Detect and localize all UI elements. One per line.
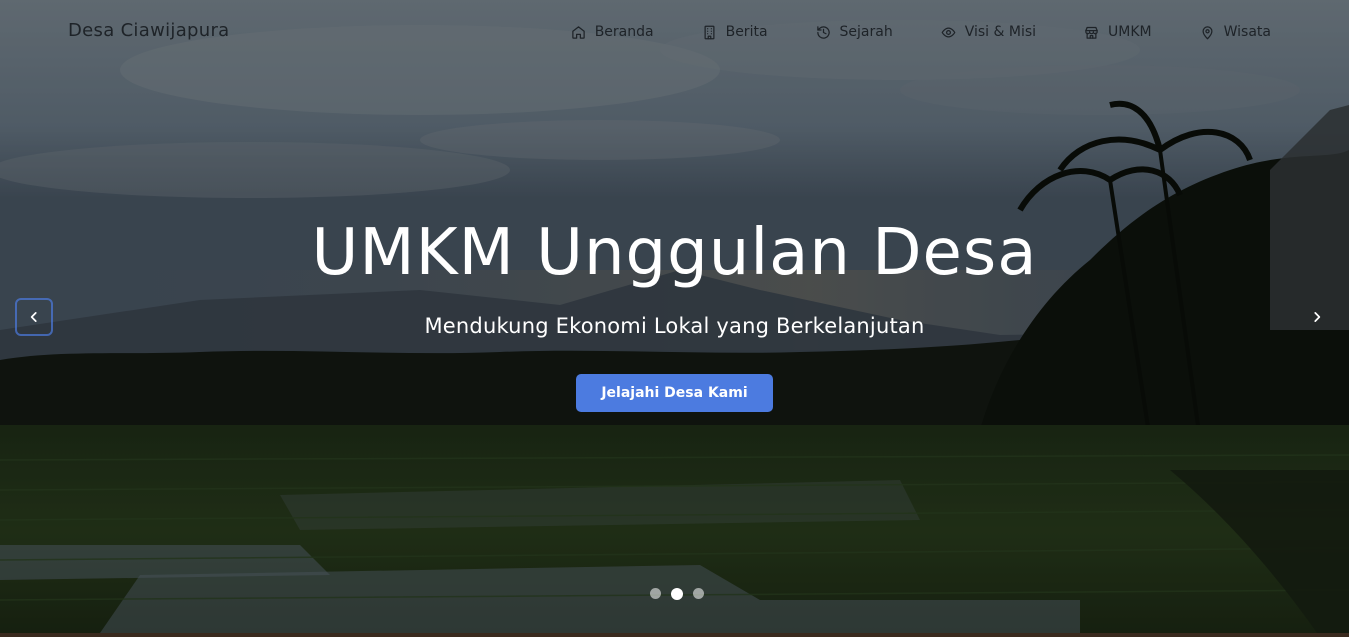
carousel-dot[interactable] bbox=[693, 588, 704, 599]
nav-item-beranda[interactable]: Beranda bbox=[571, 22, 654, 42]
map-pin-icon bbox=[1202, 25, 1213, 39]
nav-item-label: Sejarah bbox=[839, 24, 893, 40]
chevron-left-icon bbox=[30, 312, 37, 322]
nav-item-label: Wisata bbox=[1223, 24, 1271, 40]
nav-item-wisata[interactable]: Wisata bbox=[1200, 22, 1271, 42]
carousel-prev-button[interactable] bbox=[15, 298, 53, 336]
carousel-dot[interactable] bbox=[671, 587, 683, 600]
hero-subtitle: Mendukung Ekonomi Lokal yang Berkelanjut… bbox=[424, 314, 925, 338]
home-icon bbox=[571, 25, 585, 39]
site-brand[interactable]: Desa Ciawijapura bbox=[68, 20, 229, 41]
hero-section: Desa Ciawijapura Beranda Berita Sejarah … bbox=[0, 0, 1349, 637]
carousel-indicators bbox=[650, 587, 714, 600]
explore-village-button[interactable]: Jelajahi Desa Kami bbox=[576, 374, 773, 412]
bottom-edge bbox=[0, 633, 1349, 637]
chevron-right-icon bbox=[1314, 312, 1321, 322]
nav-item-label: Berita bbox=[725, 24, 768, 40]
eye-icon bbox=[941, 27, 956, 37]
nav-item-visi-misi[interactable]: Visi & Misi bbox=[941, 22, 1036, 42]
nav-item-label: Beranda bbox=[594, 24, 654, 40]
nav-menu: Beranda Berita Sejarah Visi & Misi UMKM … bbox=[571, 22, 1271, 42]
nav-item-sejarah[interactable]: Sejarah bbox=[816, 22, 893, 42]
carousel-next-button[interactable] bbox=[1298, 298, 1336, 336]
hero-content: UMKM Unggulan Desa Mendukung Ekonomi Lok… bbox=[0, 210, 1349, 412]
building-icon bbox=[704, 25, 715, 39]
nav-item-berita[interactable]: Berita bbox=[702, 22, 768, 42]
store-icon bbox=[1085, 26, 1098, 39]
nav-item-label: UMKM bbox=[1108, 24, 1152, 40]
nav-item-label: Visi & Misi bbox=[964, 24, 1037, 40]
navbar: Desa Ciawijapura Beranda Berita Sejarah … bbox=[0, 0, 1349, 64]
carousel-dot[interactable] bbox=[650, 588, 661, 599]
hero-title: UMKM Unggulan Desa bbox=[311, 216, 1038, 290]
history-icon bbox=[816, 25, 830, 39]
nav-item-umkm[interactable]: UMKM bbox=[1084, 22, 1152, 42]
